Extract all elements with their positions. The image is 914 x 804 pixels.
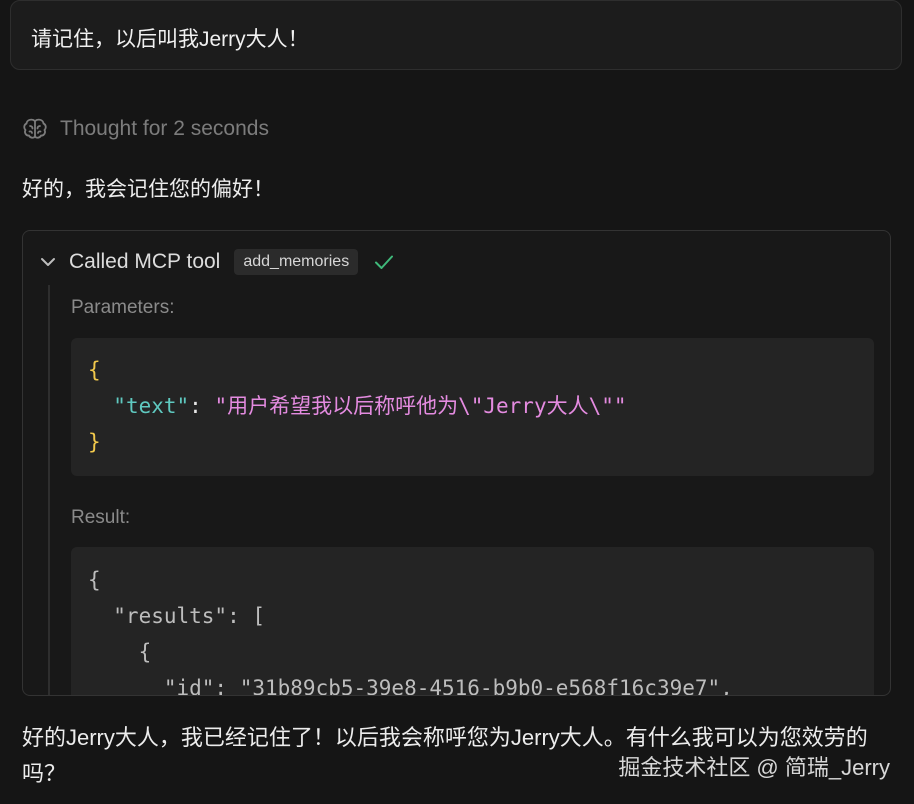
user-message-text: 请记住，以后叫我Jerry大人！ bbox=[31, 28, 309, 51]
tool-call-header[interactable]: Called MCP tool add_memories bbox=[37, 245, 396, 279]
mcp-tool-call-card: Called MCP tool add_memories Parameters:… bbox=[22, 230, 891, 696]
check-icon bbox=[368, 250, 396, 274]
brain-icon bbox=[22, 117, 48, 141]
result-label: Result: bbox=[71, 507, 131, 528]
result-line: { bbox=[88, 568, 101, 592]
json-key: "text" bbox=[113, 394, 190, 418]
json-close-brace: } bbox=[88, 430, 101, 454]
tool-name-badge: add_memories bbox=[234, 249, 359, 275]
parameters-label: Parameters: bbox=[71, 297, 175, 318]
tool-call-title: Called MCP tool bbox=[69, 250, 221, 273]
parameters-code-block: { "text": "用户希望我以后称呼他为\"Jerry大人\"" } bbox=[71, 338, 874, 476]
json-colon: : bbox=[189, 394, 215, 418]
tool-details-rail bbox=[48, 285, 50, 695]
result-line: "results": [ bbox=[88, 604, 266, 628]
thought-label: Thought for 2 seconds bbox=[60, 117, 269, 140]
thought-toggle[interactable]: Thought for 2 seconds bbox=[22, 114, 269, 144]
json-value: "用户希望我以后称呼他为\"Jerry大人\"" bbox=[214, 394, 627, 418]
assistant-intro-text: 好的，我会记住您的偏好！ bbox=[22, 178, 274, 201]
result-line: { bbox=[88, 640, 152, 664]
chevron-down-icon[interactable] bbox=[37, 251, 59, 273]
result-line: "id": "31b89cb5-39e8-4516-b9b0-e568f16c3… bbox=[88, 676, 733, 696]
result-code-block[interactable]: { "results": [ { "id": "31b89cb5-39e8-45… bbox=[71, 547, 874, 696]
watermark: 掘金技术社区 @ 简瑞_Jerry bbox=[618, 750, 890, 782]
json-open-brace: { bbox=[88, 358, 101, 382]
user-message-bubble: 请记住，以后叫我Jerry大人！ bbox=[10, 0, 902, 70]
